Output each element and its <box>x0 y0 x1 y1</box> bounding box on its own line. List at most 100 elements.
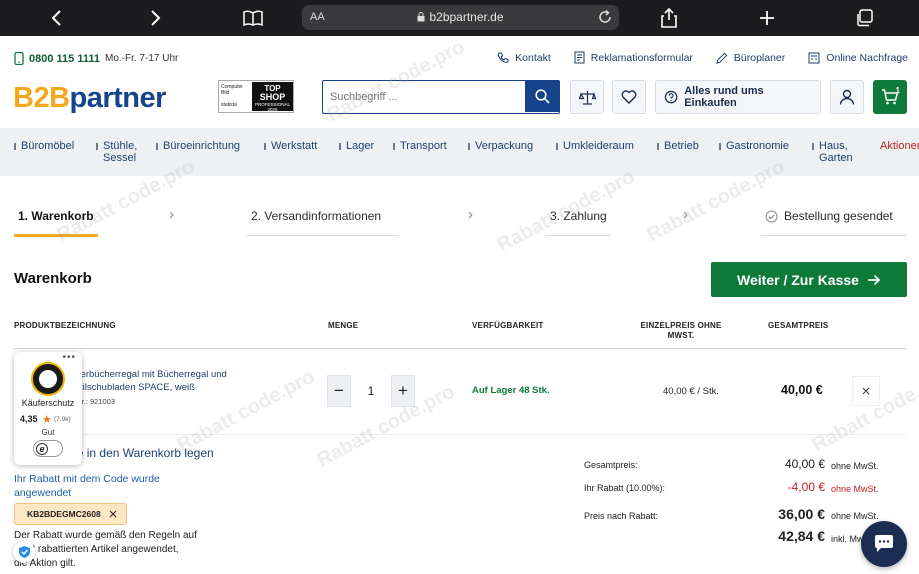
site-logo[interactable]: B2Bpartner <box>13 82 166 115</box>
step-versandinformationen: 2. Versandinformationen <box>251 209 382 223</box>
badge-statista: statista <box>221 102 237 108</box>
row-total-price: 40,00 € <box>781 383 823 397</box>
calculator-icon <box>808 52 820 63</box>
heart-icon <box>621 90 637 104</box>
checkout-steps: 1. Warenkorb › 2. Versandinformationen ›… <box>0 176 919 238</box>
top-links: Kontakt Reklamationsformular Büroplaner … <box>497 51 908 64</box>
remove-item-button[interactable] <box>852 376 880 406</box>
gross-total-value: 42,84 € <box>778 528 825 544</box>
category-gastronomie[interactable]: Gastronomie <box>719 140 789 152</box>
coupon-applied-link[interactable]: Ihr Rabatt mit dem Code wurde angewendet <box>14 472 194 500</box>
url-text: b2bpartner.de <box>302 10 619 24</box>
reklamation-link[interactable]: Reklamationsformular <box>574 51 693 64</box>
category-stuehle-sessel[interactable]: Stühle, Sessel <box>95 140 137 164</box>
gross-total-suffix: inkl. Mw <box>831 534 864 544</box>
column-header-gesamtpreis: GESAMTPREIS <box>768 321 829 330</box>
remove-coupon-icon[interactable] <box>109 510 117 518</box>
column-header-verfuegbarkeit: VERFÜGBARKEIT <box>472 321 544 330</box>
category-betrieb[interactable]: Betrieb <box>657 140 699 152</box>
page-title: Warenkorb <box>14 270 92 287</box>
quantity-increase-button[interactable]: + <box>391 375 415 407</box>
bueroplaner-link[interactable]: Büroplaner <box>716 51 785 64</box>
step-zahlung-underline <box>546 235 611 236</box>
badge-year: 2026 <box>267 107 278 112</box>
step-versand-underline <box>247 235 398 236</box>
quantity-decrease-button[interactable]: − <box>327 375 351 407</box>
hotline[interactable]: 0800 115 1111 Mo.-Fr. 7-17 Uhr <box>14 52 178 65</box>
badge-shop: SHOP <box>259 92 286 102</box>
category-lager[interactable]: Lager <box>338 140 374 152</box>
form-icon <box>574 51 585 64</box>
tabs-icon[interactable] <box>853 6 877 30</box>
trust-rating-text: Gut <box>41 428 55 437</box>
net-after-discount-label: Preis nach Rabatt: <box>584 511 659 521</box>
trusted-shops-widget[interactable]: ••• Käuferschutz 4,35 ★ (7.9k) Gut e <box>14 352 82 465</box>
info-bar: 0800 115 1111 Mo.-Fr. 7-17 Uhr Kontakt R… <box>0 36 919 78</box>
badge-computer-bild: Computer Bild <box>221 84 243 96</box>
availability-status: Auf Lager 48 Stk. <box>472 385 550 396</box>
chat-bubble-icon <box>875 535 893 552</box>
lock-icon <box>417 12 425 22</box>
online-nachfrage-label: Online Nachfrage <box>826 51 908 64</box>
forward-icon[interactable] <box>143 6 167 30</box>
chat-question-icon <box>664 90 678 103</box>
step-warenkorb: 1. Warenkorb <box>18 209 94 223</box>
compare-button[interactable] <box>570 80 604 114</box>
shopping-help-button[interactable]: Alles rund ums Einkaufen <box>655 80 821 114</box>
category-werkstatt[interactable]: Werkstatt <box>263 140 317 152</box>
step-chevron-icon: › <box>468 206 473 223</box>
kontakt-label: Kontakt <box>515 51 551 64</box>
cart-count-badge: 1 <box>895 86 900 95</box>
checkout-label: Weiter / Zur Kasse <box>737 271 859 288</box>
phone-number[interactable]: 0800 115 1111 <box>29 53 100 65</box>
search-button[interactable] <box>525 81 559 112</box>
column-header-produkt: PRODUKTBEZEICHNUNG <box>14 321 116 330</box>
search-input[interactable] <box>323 81 525 113</box>
coupon-code: KB2BDEGMC2608 <box>27 509 101 519</box>
new-tab-icon[interactable] <box>755 6 779 30</box>
step-chevron-icon: › <box>683 206 688 223</box>
category-transport[interactable]: Transport <box>393 140 447 152</box>
search-box <box>322 80 560 114</box>
address-bar[interactable]: AA b2bpartner.de <box>302 5 619 30</box>
pencil-icon <box>716 52 728 64</box>
online-nachfrage-link[interactable]: Online Nachfrage <box>808 51 908 64</box>
product-name-link[interactable]: nderbücherregal mit Bücherregal und exti… <box>70 368 270 394</box>
share-icon[interactable] <box>657 6 681 30</box>
category-aktionen[interactable]: Aktionen <box>880 140 919 152</box>
opening-hours: Mo.-Fr. 7-17 Uhr <box>104 53 179 64</box>
step-warenkorb-underline <box>14 234 98 237</box>
discount-value: -4,00 € <box>787 480 825 494</box>
category-bueromoebel[interactable]: Büromöbel <box>13 140 74 152</box>
wishlist-button[interactable] <box>612 80 646 114</box>
scale-icon <box>578 90 596 105</box>
reload-icon[interactable] <box>597 9 613 25</box>
category-haus-garten[interactable]: Haus, Garten <box>812 140 853 164</box>
coupon-note: Der Rabatt wurde gemäß den Regeln auf ni… <box>14 530 197 569</box>
quantity-value[interactable]: 1 <box>351 375 391 407</box>
chat-button[interactable] <box>861 521 907 567</box>
unit-price: 40,00 € / Stk. <box>663 386 719 397</box>
close-icon <box>862 387 870 395</box>
cart-button[interactable]: 1 <box>873 80 907 114</box>
kontakt-link[interactable]: Kontakt <box>497 51 551 64</box>
step-bestellung-underline <box>761 235 907 236</box>
back-icon[interactable] <box>45 6 69 30</box>
category-verpackung[interactable]: Verpackung <box>467 140 533 152</box>
account-button[interactable] <box>830 80 864 114</box>
site-header: B2Bpartner Computer Bild statista TOP SHO… <box>0 78 919 128</box>
shopping-help-label: Alles rund ums Einkaufen <box>684 85 764 109</box>
step-bestellung-gesendet: Bestellung gesendet <box>765 209 893 223</box>
arrow-right-icon <box>867 274 881 285</box>
category-bueroeinrichtung[interactable]: Büroeinrichtung <box>155 140 240 152</box>
category-umkleideraum[interactable]: Umkleideraum <box>556 140 634 152</box>
more-options-icon[interactable]: ••• <box>62 352 76 363</box>
bookmarks-icon[interactable] <box>241 6 265 30</box>
checkout-button[interactable]: Weiter / Zur Kasse <box>711 262 907 297</box>
reklamation-label: Reklamationsformular <box>590 51 693 64</box>
star-icon: ★ <box>42 414 52 426</box>
coupon-code-tag: KB2BDEGMC2608 <box>14 503 127 525</box>
table-divider <box>14 348 906 349</box>
bueroplaner-label: Büroplaner <box>733 51 786 64</box>
shield-check-icon[interactable] <box>13 541 35 563</box>
